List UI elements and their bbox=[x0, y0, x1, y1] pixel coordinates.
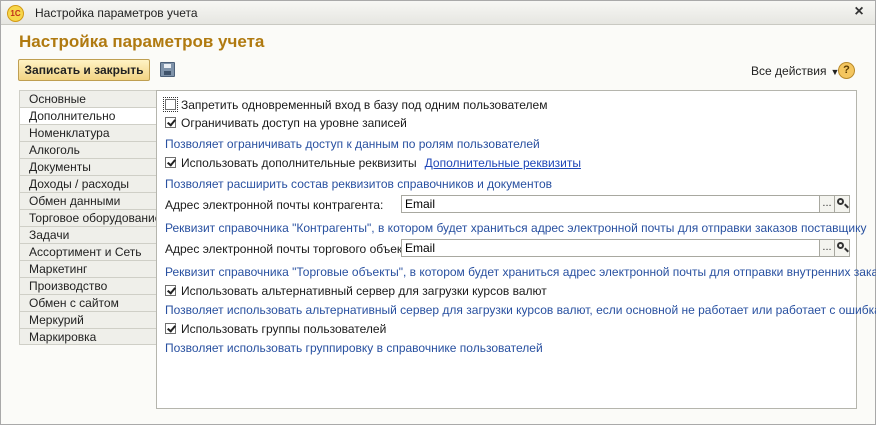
user-groups-hint: Позволяет использовать группировку в спр… bbox=[165, 341, 543, 355]
additional-attributes-checkbox[interactable] bbox=[165, 157, 176, 168]
settings-window: 1С Настройка параметров учета × Настройк… bbox=[0, 0, 876, 425]
all-actions-label: Все действия bbox=[751, 64, 827, 78]
user-groups-checkbox[interactable] bbox=[165, 323, 176, 334]
tab-assortment-network[interactable]: Ассортимент и Сеть bbox=[19, 243, 157, 260]
save-disk-icon[interactable] bbox=[160, 62, 175, 77]
alt-currency-server-checkbox[interactable] bbox=[165, 285, 176, 296]
store-email-hint: Реквизит справочника "Торговые объекты",… bbox=[165, 265, 876, 279]
alt-currency-server-hint: Позволяет использовать альтернативный се… bbox=[165, 303, 876, 317]
counterparty-email-field[interactable]: Email bbox=[401, 195, 820, 213]
tab-site-exchange[interactable]: Обмен с сайтом bbox=[19, 294, 157, 311]
record-level-access-hint: Позволяет ограничивать доступ к данным п… bbox=[165, 137, 540, 151]
all-actions-menu[interactable]: Все действия ▼ bbox=[751, 64, 839, 78]
record-level-access-row: Ограничивать доступ на уровне записей bbox=[165, 116, 407, 130]
tab-mercury[interactable]: Меркурий bbox=[19, 311, 157, 328]
search-icon bbox=[837, 242, 844, 249]
store-email-label: Адрес электронной почты торгового объект… bbox=[165, 242, 418, 256]
tab-tasks[interactable]: Задачи bbox=[19, 226, 157, 243]
close-window-button[interactable]: × bbox=[851, 3, 867, 21]
additional-settings-panel: Запретить одновременный вход в базу под … bbox=[156, 90, 876, 409]
counterparty-email-search-button[interactable] bbox=[834, 195, 850, 213]
record-level-access-label: Ограничивать доступ на уровне записей bbox=[181, 116, 407, 130]
window-title: Настройка параметров учета bbox=[35, 6, 198, 20]
search-icon bbox=[837, 198, 844, 205]
alt-currency-server-label: Использовать альтернативный сервер для з… bbox=[181, 284, 547, 298]
counterparty-email-choice-button[interactable]: ... bbox=[819, 195, 835, 213]
tab-data-exchange[interactable]: Обмен данными bbox=[19, 192, 157, 209]
tab-production[interactable]: Производство bbox=[19, 277, 157, 294]
user-groups-row: Использовать группы пользователей bbox=[165, 322, 386, 336]
alt-currency-server-row: Использовать альтернативный сервер для з… bbox=[165, 284, 547, 298]
counterparty-email-label: Адрес электронной почты контрагента: bbox=[165, 198, 384, 212]
store-email-field[interactable]: Email bbox=[401, 239, 820, 257]
tab-alcohol[interactable]: Алкоголь bbox=[19, 141, 157, 158]
tab-additional[interactable]: Дополнительно bbox=[19, 107, 158, 124]
record-level-access-checkbox[interactable] bbox=[165, 117, 176, 128]
tab-documents[interactable]: Документы bbox=[19, 158, 157, 175]
additional-attributes-row: Использовать дополнительные реквизиты Доп… bbox=[165, 156, 581, 170]
tab-nomenclature[interactable]: Номенклатура bbox=[19, 124, 157, 141]
1c-logo-icon: 1С bbox=[7, 5, 24, 22]
additional-attributes-hint: Позволяет расширить состав реквизитов сп… bbox=[165, 177, 553, 191]
title-bar: 1С Настройка параметров учета × bbox=[1, 1, 875, 25]
single-user-login-row: Запретить одновременный вход в базу под … bbox=[163, 97, 548, 112]
tab-marking[interactable]: Маркировка bbox=[19, 328, 157, 345]
user-groups-label: Использовать группы пользователей bbox=[181, 322, 387, 336]
additional-attributes-label: Использовать дополнительные реквизиты bbox=[181, 156, 417, 170]
store-email-search-button[interactable] bbox=[834, 239, 850, 257]
tab-income-expenses[interactable]: Доходы / расходы bbox=[19, 175, 157, 192]
settings-tabs: Основные Дополнительно Номенклатура Алко… bbox=[19, 90, 161, 345]
tab-main[interactable]: Основные bbox=[19, 90, 157, 107]
form-title: Настройка параметров учета bbox=[19, 32, 265, 51]
tab-marketing[interactable]: Маркетинг bbox=[19, 260, 157, 277]
single-user-login-checkbox[interactable] bbox=[163, 97, 178, 112]
counterparty-email-hint: Реквизит справочника "Контрагенты", в ко… bbox=[165, 221, 867, 235]
tab-retail-equipment[interactable]: Торговое оборудование bbox=[19, 209, 161, 226]
store-email-choice-button[interactable]: ... bbox=[819, 239, 835, 257]
save-and-close-button[interactable]: Записать и закрыть bbox=[18, 59, 150, 81]
additional-attributes-link[interactable]: Дополнительные реквизиты bbox=[425, 156, 581, 170]
single-user-login-label: Запретить одновременный вход в базу под … bbox=[181, 98, 548, 112]
help-icon[interactable]: ? bbox=[838, 62, 855, 79]
